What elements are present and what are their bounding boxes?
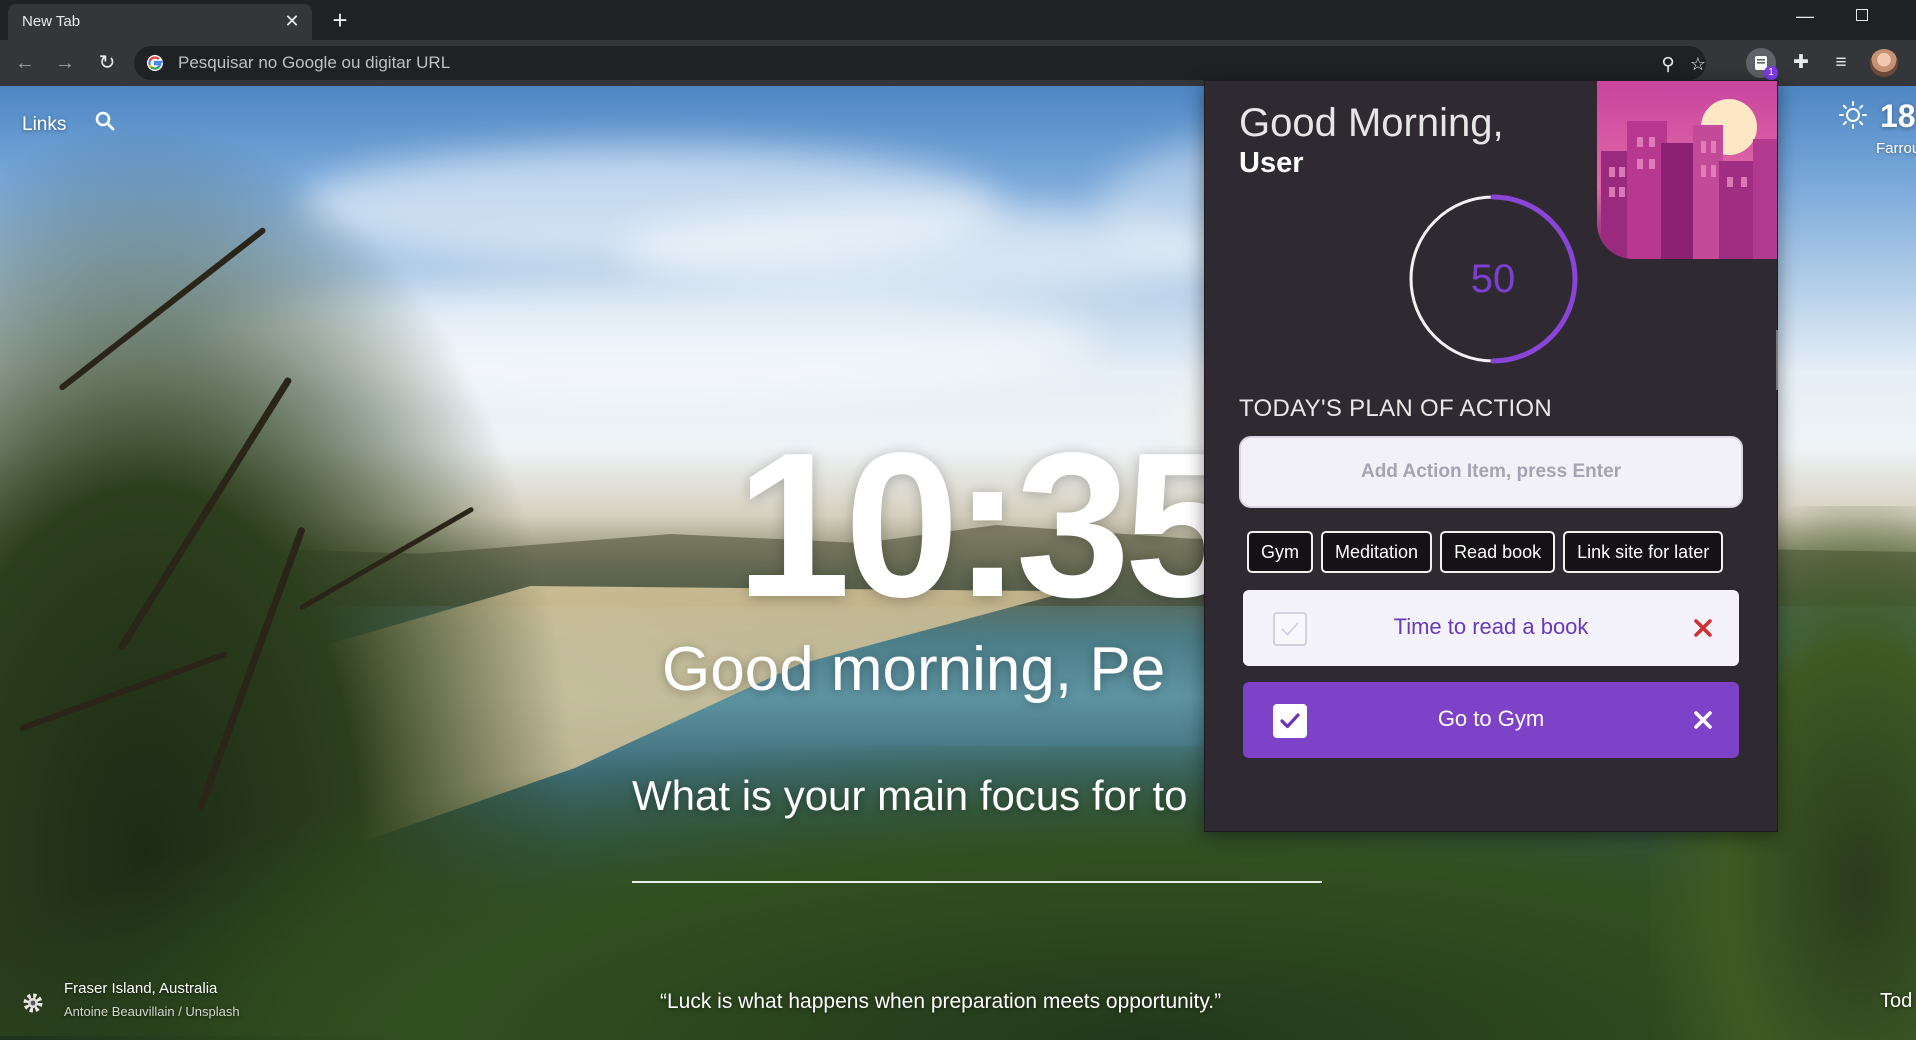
photo-credit[interactable]: Antoine Beauvillain / Unsplash xyxy=(64,1004,240,1019)
links-button[interactable]: Links xyxy=(22,114,66,136)
focus-question: What is your main focus for to xyxy=(632,772,1188,819)
delete-x-icon[interactable] xyxy=(1689,614,1717,642)
browser-tab[interactable]: New Tab ✕ xyxy=(8,4,312,40)
profile-avatar[interactable] xyxy=(1870,49,1898,77)
popup-greeting: Good Morning, xyxy=(1239,101,1504,145)
task-item[interactable]: Go to Gym xyxy=(1243,682,1739,758)
weather-temperature: 18 xyxy=(1880,98,1916,134)
task-checkbox[interactable] xyxy=(1273,704,1307,738)
clock: 10:35 xyxy=(736,410,1239,640)
todo-button[interactable]: Tod xyxy=(1880,990,1912,1013)
chip-meditation[interactable]: Meditation xyxy=(1321,531,1433,573)
reload-icon[interactable]: ↻ xyxy=(94,50,120,76)
address-bar[interactable]: ⚲ ☆ xyxy=(134,46,1706,80)
google-logo-icon xyxy=(147,55,163,71)
add-action-input[interactable] xyxy=(1239,436,1743,508)
checkmark-icon xyxy=(1280,713,1300,729)
search-icon[interactable] xyxy=(94,110,116,132)
timer-value: 50 xyxy=(1470,257,1516,301)
page-greeting: Good morning, Pe xyxy=(662,635,1166,704)
photo-location[interactable]: Fraser Island, Australia xyxy=(64,980,217,997)
restore-window-button[interactable] xyxy=(1856,9,1868,21)
checkmark-icon xyxy=(1281,622,1299,636)
popup-scrollbar[interactable] xyxy=(1776,330,1778,390)
plan-of-action-popup: Good Morning, User 50 TODAY'S PLAN OF AC… xyxy=(1204,80,1778,832)
daily-quote: “Luck is what happens when preparation m… xyxy=(660,990,1222,1013)
chip-gym[interactable]: Gym xyxy=(1247,531,1313,573)
bookmark-star-icon[interactable]: ☆ xyxy=(1688,54,1708,75)
quick-add-chips: Gym Meditation Read book Link site for l… xyxy=(1247,531,1724,573)
gear-icon[interactable] xyxy=(20,990,46,1016)
new-tab-button[interactable]: + xyxy=(326,6,354,34)
popup-username: User xyxy=(1239,147,1304,179)
chip-link-site[interactable]: Link site for later xyxy=(1563,531,1724,573)
task-checkbox[interactable] xyxy=(1273,612,1307,646)
minimize-window-button[interactable]: — xyxy=(1796,6,1814,27)
delete-x-icon[interactable] xyxy=(1689,706,1717,734)
media-playlist-icon[interactable]: ≡ xyxy=(1828,50,1854,76)
extensions-puzzle-icon[interactable]: ✚ xyxy=(1788,50,1814,76)
forward-arrow-icon[interactable]: → xyxy=(52,50,78,76)
address-input[interactable] xyxy=(178,53,1578,73)
tab-strip: New Tab ✕ + — xyxy=(0,0,1916,40)
location-pin-icon[interactable]: ⚲ xyxy=(1658,54,1678,75)
tab-close-icon[interactable]: ✕ xyxy=(282,11,302,31)
weather-location: Farroupilh xyxy=(1876,140,1916,157)
city-skyline-illustration xyxy=(1597,81,1777,259)
extension-plan-icon[interactable]: 1 xyxy=(1746,48,1778,80)
chip-read-book[interactable]: Read book xyxy=(1440,531,1556,573)
extension-badge: 1 xyxy=(1764,66,1778,80)
plan-title: TODAY'S PLAN OF ACTION xyxy=(1239,395,1553,422)
task-text: Go to Gym xyxy=(1437,706,1545,731)
back-arrow-icon[interactable]: ← xyxy=(12,50,38,76)
tab-title: New Tab xyxy=(22,13,81,30)
task-text: Time to read a book xyxy=(1393,614,1589,639)
focus-input-underline[interactable] xyxy=(632,881,1322,883)
task-item[interactable]: Time to read a book xyxy=(1243,590,1739,666)
sun-icon xyxy=(1839,101,1867,129)
